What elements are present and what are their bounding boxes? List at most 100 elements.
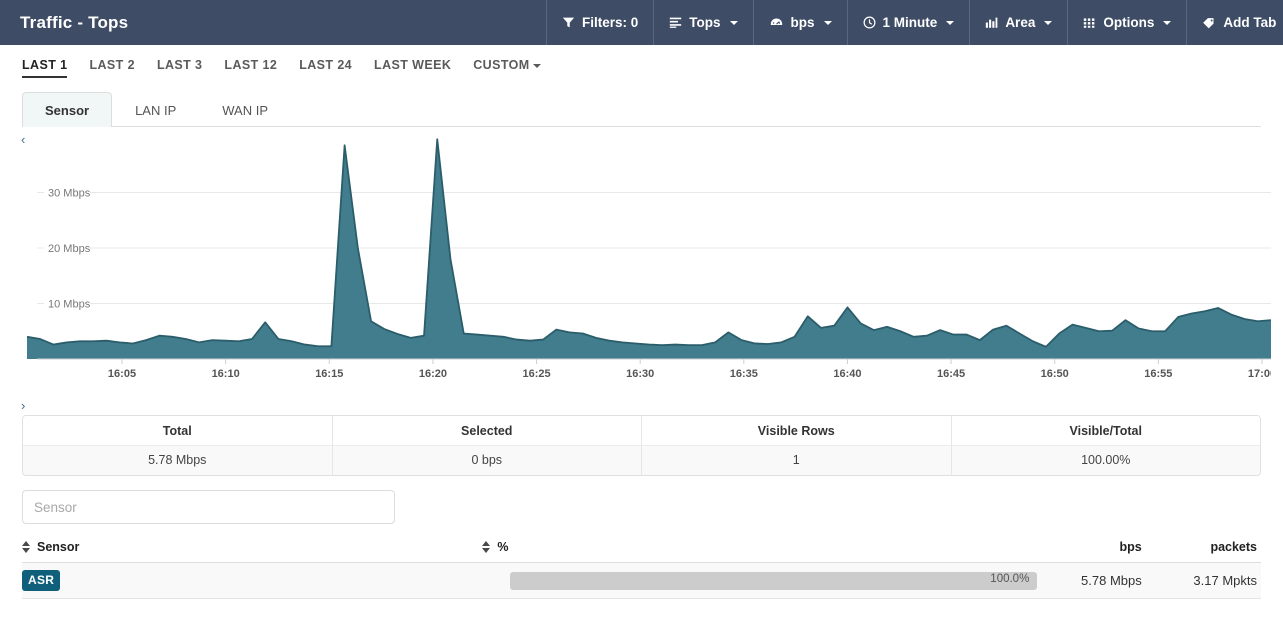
filters-button[interactable]: Filters: 0 <box>546 0 653 45</box>
bar-chart-icon <box>985 16 998 29</box>
search-row <box>22 490 1261 524</box>
column-header-sensor[interactable]: Sensor <box>22 540 483 563</box>
chart-type-button[interactable]: Area <box>969 0 1067 45</box>
tag-icon <box>1202 16 1216 29</box>
clock-icon <box>863 16 876 29</box>
units-button[interactable]: bps <box>752 0 847 45</box>
entity-tabs: Sensor LAN IP WAN IP <box>22 92 1261 127</box>
svg-text:10 Mbps: 10 Mbps <box>48 299 91 311</box>
percent-label: 100.0% <box>990 572 1030 585</box>
range-tab-last-week[interactable]: LAST WEEK <box>374 58 465 78</box>
tab-label: WAN IP <box>222 103 269 118</box>
column-header-percent[interactable]: % <box>482 540 1038 563</box>
column-header-packets[interactable]: packets <box>1153 540 1261 563</box>
range-tab-custom[interactable]: CUSTOM <box>473 58 554 78</box>
sort-icon[interactable] <box>22 541 30 553</box>
summary-value-selected: 0 bps <box>332 445 641 475</box>
range-tab-label: LAST 12 <box>224 58 278 72</box>
chevron-down-icon <box>729 20 738 25</box>
add-tab-label: Add Tab <box>1223 15 1277 30</box>
svg-text:16:10: 16:10 <box>212 368 240 380</box>
summary-header-total: Total <box>23 416 332 445</box>
cell-percent: 100.0% <box>482 562 1038 599</box>
column-label-packets: packets <box>1210 540 1257 554</box>
summary-header-visible-rows: Visible Rows <box>642 416 951 445</box>
column-label-sensor: Sensor <box>37 540 80 554</box>
svg-text:20 Mbps: 20 Mbps <box>48 243 91 255</box>
chart-prev-icon[interactable]: ‹ <box>21 133 25 146</box>
summary-cell-total: Total 5.78 Mbps <box>23 416 332 475</box>
svg-text:16:50: 16:50 <box>1041 368 1069 380</box>
tops-button[interactable]: Tops <box>653 0 752 45</box>
filter-icon <box>562 16 575 29</box>
tab-lan-ip[interactable]: LAN IP <box>112 92 199 127</box>
chevron-down-icon <box>946 20 955 25</box>
summary-header-selected: Selected <box>332 416 641 445</box>
options-button[interactable]: Options <box>1067 0 1186 45</box>
chart-next-icon[interactable]: › <box>21 399 25 412</box>
interval-button[interactable]: 1 Minute <box>846 0 970 45</box>
tab-sensor[interactable]: Sensor <box>22 92 113 127</box>
units-label: bps <box>790 15 815 30</box>
summary-value-visible-total: 100.00% <box>951 445 1260 475</box>
time-range-tabs: LAST 1 LAST 2 LAST 3 LAST 12 LAST 24 LAS… <box>0 45 1283 78</box>
interval-label: 1 Minute <box>882 15 938 30</box>
traffic-chart[interactable]: ‹ › 10 Mbps 20 Mbps 30 Mbps 16:05 16:10 16:15… <box>12 127 1271 412</box>
summary-value-total: 5.78 Mbps <box>23 445 332 475</box>
range-tab-label: LAST 24 <box>299 58 353 72</box>
range-tab-last-1[interactable]: LAST 1 <box>22 58 81 78</box>
range-tab-label: LAST WEEK <box>374 58 452 72</box>
chevron-down-icon <box>1044 20 1053 25</box>
table-header-row: Sensor % bps packets <box>22 540 1261 563</box>
table-header: Sensor % bps packets <box>22 540 1261 563</box>
sensor-badge[interactable]: ASR <box>22 570 61 591</box>
svg-text:16:45: 16:45 <box>937 368 965 380</box>
tab-label: Sensor <box>45 103 90 118</box>
range-tab-last-2[interactable]: LAST 2 <box>89 58 148 78</box>
summary-cell-visible-total: Visible/Total 100.00% <box>950 416 1260 475</box>
svg-text:16:35: 16:35 <box>730 368 758 380</box>
cell-bps: 5.78 Mbps <box>1037 562 1154 599</box>
summary-header-visible-total: Visible/Total <box>951 416 1260 445</box>
summary-value-visible-rows: 1 <box>642 445 951 475</box>
add-tab-button[interactable]: Add Tab <box>1186 0 1283 45</box>
tab-wan-ip[interactable]: WAN IP <box>199 92 291 127</box>
tops-table: Sensor % bps packets ASR 100.0% 5.78 Mbp… <box>22 540 1261 599</box>
range-tab-last-3[interactable]: LAST 3 <box>157 58 216 78</box>
chart-canvas: 10 Mbps 20 Mbps 30 Mbps 16:05 16:10 16:15 16:2… <box>26 138 1271 380</box>
tab-label: LAN IP <box>135 103 177 118</box>
summary-cell-selected: Selected 0 bps <box>331 416 641 475</box>
range-tab-last-24[interactable]: LAST 24 <box>299 58 366 78</box>
summary-cell-visible-rows: Visible Rows 1 <box>641 416 951 475</box>
range-tab-label: LAST 3 <box>156 58 203 72</box>
grid-icon <box>1083 16 1096 29</box>
svg-text:16:25: 16:25 <box>522 368 550 380</box>
cell-sensor: ASR <box>22 562 483 599</box>
chevron-down-icon <box>1163 20 1172 25</box>
svg-text:16:15: 16:15 <box>315 368 343 380</box>
tops-label: Tops <box>689 15 721 30</box>
chevron-down-icon <box>532 63 541 68</box>
range-tab-last-12[interactable]: LAST 12 <box>224 58 291 78</box>
table-row[interactable]: ASR 100.0% 5.78 Mbps 3.17 Mpkts <box>22 562 1261 599</box>
svg-text:16:55: 16:55 <box>1144 368 1172 380</box>
list-icon <box>669 16 682 29</box>
options-label: Options <box>1103 15 1155 30</box>
sort-icon[interactable] <box>482 541 491 553</box>
range-tab-label: LAST 1 <box>22 58 68 72</box>
svg-text:16:40: 16:40 <box>833 368 861 380</box>
filters-label: Filters: 0 <box>582 15 639 30</box>
chevron-down-icon <box>823 20 832 25</box>
svg-text:16:30: 16:30 <box>626 368 654 380</box>
search-input[interactable] <box>22 490 395 524</box>
svg-text:30 Mbps: 30 Mbps <box>48 188 91 200</box>
chart-type-label: Area <box>1005 15 1036 30</box>
table-body: ASR 100.0% 5.78 Mbps 3.17 Mpkts <box>22 562 1261 599</box>
column-label-bps: bps <box>1119 540 1142 554</box>
top-navbar: Traffic - Tops Filters: 0 Tops bps 1 Min… <box>0 0 1283 45</box>
svg-text:16:20: 16:20 <box>419 368 447 380</box>
svg-text:17:00: 17:00 <box>1248 368 1271 380</box>
svg-text:16:05: 16:05 <box>108 368 136 380</box>
speedometer-icon <box>769 16 784 29</box>
column-header-bps[interactable]: bps <box>1037 540 1154 563</box>
